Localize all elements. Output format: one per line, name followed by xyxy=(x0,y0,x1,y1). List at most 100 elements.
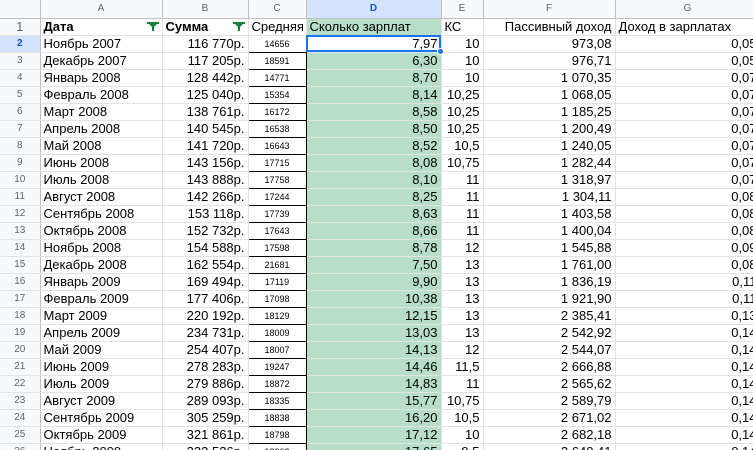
row-number[interactable]: 22 xyxy=(0,375,41,393)
avg-cell[interactable]: 18798 xyxy=(247,425,307,444)
date-cell[interactable]: Декабрь 2008 xyxy=(40,256,163,274)
date-cell[interactable]: Апрель 2009 xyxy=(40,324,163,342)
ks-cell[interactable]: 10,5 xyxy=(441,137,484,155)
sum-cell[interactable]: 141 720р. xyxy=(162,137,249,155)
active-cell[interactable]: 7,97 xyxy=(306,35,442,53)
ks-cell[interactable]: 13 xyxy=(441,290,484,308)
ks-cell[interactable]: 11 xyxy=(441,375,484,393)
row-number[interactable]: 15 xyxy=(0,256,41,274)
row-number[interactable]: 11 xyxy=(0,188,41,206)
salaries-count-cell[interactable]: 8,78 xyxy=(306,239,442,257)
row-number[interactable]: 3 xyxy=(0,52,41,70)
avg-cell[interactable]: 17643 xyxy=(247,221,307,240)
column-header-g[interactable]: G xyxy=(615,0,753,19)
sum-cell[interactable]: 254 407р. xyxy=(162,341,249,359)
passive-income-cell[interactable]: 1 200,49 xyxy=(483,120,616,138)
date-cell[interactable]: Апрель 2008 xyxy=(40,120,163,138)
row-number[interactable]: 6 xyxy=(0,103,41,121)
salaries-count-cell[interactable]: 8,58 xyxy=(306,103,442,121)
select-all-corner[interactable] xyxy=(0,0,41,19)
sum-cell[interactable]: 154 588р. xyxy=(162,239,249,257)
passive-income-cell[interactable]: 2 682,18 xyxy=(483,426,616,444)
header-date-cell[interactable]: Дата xyxy=(40,18,163,36)
ks-cell[interactable]: 11,5 xyxy=(441,358,484,376)
passive-income-cell[interactable]: 1 240,05 xyxy=(483,137,616,155)
salaries-count-cell[interactable]: 14,46 xyxy=(306,358,442,376)
ks-cell[interactable]: 11 xyxy=(441,205,484,223)
ks-cell[interactable]: 10,5 xyxy=(441,409,484,427)
sum-cell[interactable]: 333 526р. xyxy=(162,443,249,450)
header-sum-cell[interactable]: Сумма xyxy=(162,18,249,36)
passive-income-cell[interactable]: 2 666,88 xyxy=(483,358,616,376)
salaries-count-cell[interactable]: 7,50 xyxy=(306,256,442,274)
salaries-count-cell[interactable]: 8,25 xyxy=(306,188,442,206)
passive-income-cell[interactable]: 1 185,25 xyxy=(483,103,616,121)
date-cell[interactable]: Август 2008 xyxy=(40,188,163,206)
date-cell[interactable]: Май 2009 xyxy=(40,341,163,359)
row-number[interactable]: 12 xyxy=(0,205,41,223)
date-cell[interactable]: Сентябрь 2008 xyxy=(40,205,163,223)
avg-cell[interactable]: 17098 xyxy=(247,289,307,308)
date-cell[interactable]: Март 2009 xyxy=(40,307,163,325)
sum-cell[interactable]: 177 406р. xyxy=(162,290,249,308)
row-number[interactable]: 20 xyxy=(0,341,41,359)
passive-income-cell[interactable]: 976,71 xyxy=(483,52,616,70)
date-cell[interactable]: Ноябрь 2009 xyxy=(40,443,163,450)
header-passive-income[interactable]: Пассивный доход xyxy=(483,18,616,36)
salaries-count-cell[interactable]: 14,13 xyxy=(306,341,442,359)
avg-cell[interactable]: 16643 xyxy=(247,136,307,155)
salaries-count-cell[interactable]: 8,70 xyxy=(306,69,442,87)
selection-fill-handle[interactable] xyxy=(437,48,444,55)
date-cell[interactable]: Январь 2008 xyxy=(40,69,163,87)
income-in-salaries-cell[interactable]: 0,13 xyxy=(615,307,753,325)
passive-income-cell[interactable]: 1 318,97 xyxy=(483,171,616,189)
sum-cell[interactable]: 116 770р. xyxy=(162,35,249,53)
passive-income-cell[interactable]: 2 385,41 xyxy=(483,307,616,325)
passive-income-cell[interactable]: 1 761,00 xyxy=(483,256,616,274)
sum-cell[interactable]: 143 156р. xyxy=(162,154,249,172)
sum-cell[interactable]: 220 192р. xyxy=(162,307,249,325)
income-in-salaries-cell[interactable]: 0,07 xyxy=(615,69,753,87)
salaries-count-cell[interactable]: 12,15 xyxy=(306,307,442,325)
income-in-salaries-cell[interactable]: 0,14 xyxy=(615,375,753,393)
passive-income-cell[interactable]: 2 640,41 xyxy=(483,443,616,450)
avg-cell[interactable]: 14771 xyxy=(247,68,307,87)
row-number[interactable]: 13 xyxy=(0,222,41,240)
sum-cell[interactable]: 143 888р. xyxy=(162,171,249,189)
avg-cell[interactable]: 17119 xyxy=(247,272,307,291)
sum-cell[interactable]: 234 731р. xyxy=(162,324,249,342)
avg-cell[interactable]: 16538 xyxy=(247,119,307,138)
ks-cell[interactable]: 10,25 xyxy=(441,120,484,138)
salaries-count-cell[interactable]: 8,14 xyxy=(306,86,442,104)
row-number[interactable]: 14 xyxy=(0,239,41,257)
passive-income-cell[interactable]: 2 544,07 xyxy=(483,341,616,359)
sum-cell[interactable]: 117 205р. xyxy=(162,52,249,70)
ks-cell[interactable]: 13 xyxy=(441,256,484,274)
row-number[interactable]: 5 xyxy=(0,86,41,104)
salaries-count-cell[interactable]: 8,52 xyxy=(306,137,442,155)
date-cell[interactable]: Январь 2009 xyxy=(40,273,163,291)
date-cell[interactable]: Ноябрь 2007 xyxy=(40,35,163,53)
sum-cell[interactable]: 321 861р. xyxy=(162,426,249,444)
ks-cell[interactable]: 10 xyxy=(441,52,484,70)
passive-income-cell[interactable]: 973,08 xyxy=(483,35,616,53)
ks-cell[interactable]: 11 xyxy=(441,171,484,189)
passive-income-cell[interactable]: 2 589,79 xyxy=(483,392,616,410)
salaries-count-cell[interactable]: 16,20 xyxy=(306,409,442,427)
sum-cell[interactable]: 278 283р. xyxy=(162,358,249,376)
avg-cell[interactable]: 17598 xyxy=(247,238,307,257)
passive-income-cell[interactable]: 1 282,44 xyxy=(483,154,616,172)
ks-cell[interactable]: 10 xyxy=(441,426,484,444)
avg-cell[interactable]: 15354 xyxy=(247,85,307,104)
sum-cell[interactable]: 152 732р. xyxy=(162,222,249,240)
income-in-salaries-cell[interactable]: 0,14 xyxy=(615,392,753,410)
avg-cell[interactable]: 18129 xyxy=(247,306,307,325)
income-in-salaries-cell[interactable]: 0,08 xyxy=(615,188,753,206)
date-cell[interactable]: Декабрь 2007 xyxy=(40,52,163,70)
avg-cell[interactable]: 18009 xyxy=(247,323,307,342)
ks-cell[interactable]: 10,25 xyxy=(441,86,484,104)
date-cell[interactable]: Март 2008 xyxy=(40,103,163,121)
header-ks[interactable]: КС xyxy=(441,18,484,36)
income-in-salaries-cell[interactable]: 0,14 xyxy=(615,426,753,444)
row-number[interactable]: 18 xyxy=(0,307,41,325)
